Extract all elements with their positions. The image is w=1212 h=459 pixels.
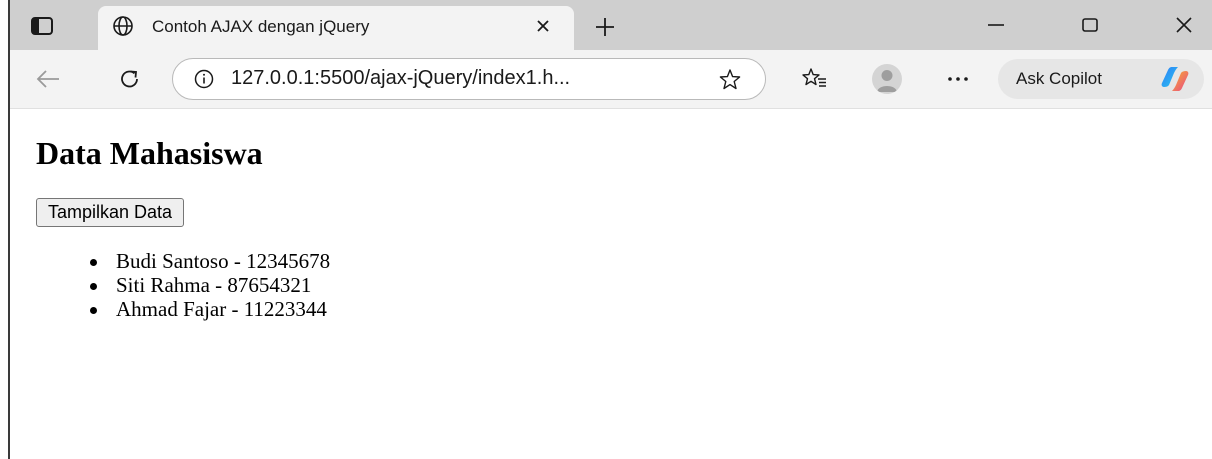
- avatar[interactable]: [872, 64, 902, 94]
- minimize-button[interactable]: [976, 10, 1016, 40]
- ask-copilot-button[interactable]: Ask Copilot: [998, 59, 1204, 99]
- tab-active[interactable]: Contoh AJAX dengan jQuery: [98, 6, 574, 50]
- refresh-button[interactable]: [112, 61, 148, 97]
- favorites-list-icon: [802, 68, 826, 87]
- back-arrow-icon: [36, 70, 59, 88]
- refresh-icon: [121, 70, 138, 88]
- tab-close-button[interactable]: [531, 14, 555, 38]
- window-border: [8, 0, 10, 459]
- favorites-button[interactable]: [796, 61, 832, 97]
- browser-toolbar: 127.0.0.1:5500/ajax-jQuery/index1.h... A…: [10, 50, 1212, 108]
- profile-icon: [877, 70, 897, 92]
- list-item: Ahmad Fajar - 11223344: [89, 297, 330, 321]
- student-list: Budi Santoso - 12345678 Siti Rahma - 876…: [89, 249, 331, 321]
- address-url[interactable]: 127.0.0.1:5500/ajax-jQuery/index1.h...: [231, 67, 570, 90]
- list-item: Siti Rahma - 87654321: [89, 273, 330, 297]
- close-icon: [1176, 17, 1192, 33]
- plus-icon: [596, 18, 614, 36]
- close-window-button[interactable]: [1164, 10, 1204, 40]
- new-tab-button[interactable]: [590, 12, 620, 42]
- tab-bar: Contoh AJAX dengan jQuery: [10, 0, 1212, 50]
- maximize-icon: [1082, 18, 1098, 32]
- info-icon[interactable]: [193, 68, 215, 90]
- globe-icon: [113, 16, 133, 36]
- copilot-label: Ask Copilot: [1016, 69, 1102, 88]
- address-bar[interactable]: 127.0.0.1:5500/ajax-jQuery/index1.h...: [172, 58, 766, 100]
- tab-actions-button[interactable]: [26, 12, 58, 40]
- page-title: Data Mahasiswa: [36, 135, 263, 171]
- star-icon[interactable]: [717, 67, 743, 93]
- tab-actions-icon: [31, 17, 53, 35]
- back-button[interactable]: [30, 61, 66, 97]
- minimize-icon: [988, 24, 1004, 26]
- close-icon: [537, 20, 549, 32]
- list-item: Budi Santoso - 12345678: [89, 249, 331, 273]
- maximize-button[interactable]: [1070, 10, 1110, 40]
- show-data-button[interactable]: Tampilkan Data: [36, 198, 185, 227]
- more-button[interactable]: [940, 61, 976, 97]
- copilot-icon: [1161, 67, 1189, 91]
- more-icon: [948, 77, 968, 81]
- tab-title: Contoh AJAX dengan jQuery: [152, 17, 370, 36]
- page-viewport: Data Mahasiswa Tampilkan Data Budi Santo…: [10, 108, 1212, 459]
